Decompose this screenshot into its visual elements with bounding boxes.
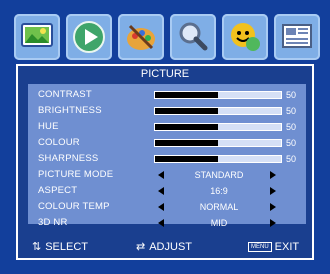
left-arrow-icon[interactable]: [158, 219, 164, 227]
magnifier-icon[interactable]: [170, 14, 216, 60]
sharpness-slider-fill: [155, 156, 218, 162]
brightness-value: 50: [286, 106, 297, 116]
aspect-row[interactable]: ASPECT 16:9: [28, 184, 306, 198]
sharpness-value: 50: [286, 154, 297, 164]
colour-slider[interactable]: [154, 139, 282, 147]
picture-mode-value: STANDARD: [194, 170, 244, 180]
3d-nr-value: MID: [210, 218, 228, 228]
contrast-label: CONTRAST: [38, 89, 92, 100]
picture-icon[interactable]: [14, 14, 60, 60]
hue-value: 50: [286, 122, 297, 132]
picture-menu-panel: PICTURE CONTRAST 50 BRIGHTNESS 50 HUE 50…: [16, 64, 314, 260]
leftright-arrows-icon: ⇄: [136, 241, 146, 253]
right-arrow-icon[interactable]: [270, 171, 276, 179]
brightness-label: BRIGHTNESS: [38, 105, 102, 116]
menu-key-icon: MENU: [248, 242, 272, 253]
contrast-row[interactable]: CONTRAST 50: [28, 88, 306, 102]
select-hint-label: SELECT: [45, 241, 89, 253]
adjust-hint: ⇄ ADJUST: [136, 236, 192, 258]
colour-temp-label: COLOUR TEMP: [38, 201, 110, 212]
hint-bar: ⇅ SELECT ⇄ ADJUST MENU EXIT: [18, 236, 312, 258]
brightness-slider-fill: [155, 108, 218, 114]
sharpness-label: SHARPNESS: [38, 153, 99, 164]
select-hint: ⇅ SELECT: [32, 236, 88, 258]
contrast-slider-fill: [155, 92, 218, 98]
menu-icon-bar: [14, 14, 320, 68]
aspect-label: ASPECT: [38, 185, 78, 196]
smiley-icon[interactable]: [222, 14, 268, 60]
picture-mode-label: PICTURE MODE: [38, 169, 114, 180]
left-arrow-icon[interactable]: [158, 187, 164, 195]
aspect-value: 16:9: [210, 186, 228, 196]
exit-hint-label: EXIT: [274, 241, 300, 253]
play-icon[interactable]: [66, 14, 112, 60]
menu-title: PICTURE: [140, 68, 190, 80]
hue-slider-fill: [155, 124, 218, 130]
colour-slider-fill: [155, 140, 218, 146]
colour-temp-value: NORMAL: [199, 202, 239, 212]
right-arrow-icon[interactable]: [270, 219, 276, 227]
sharpness-row[interactable]: SHARPNESS 50: [28, 152, 306, 166]
colour-row[interactable]: COLOUR 50: [28, 136, 306, 150]
hue-label: HUE: [38, 121, 59, 132]
palette-icon[interactable]: [118, 14, 164, 60]
menu-items: CONTRAST 50 BRIGHTNESS 50 HUE 50 COLOUR …: [28, 84, 306, 228]
picture-mode-row[interactable]: PICTURE MODE STANDARD: [28, 168, 306, 182]
hue-slider[interactable]: [154, 123, 282, 131]
right-arrow-icon[interactable]: [270, 203, 276, 211]
colour-temp-row[interactable]: COLOUR TEMP NORMAL: [28, 200, 306, 214]
sharpness-slider[interactable]: [154, 155, 282, 163]
3d-nr-row[interactable]: 3D NR MID: [28, 216, 306, 230]
contrast-value: 50: [286, 90, 297, 100]
left-arrow-icon[interactable]: [158, 171, 164, 179]
colour-value: 50: [286, 138, 297, 148]
updown-arrows-icon: ⇅: [32, 241, 42, 253]
left-arrow-icon[interactable]: [158, 203, 164, 211]
osd-frame: PICTURE CONTRAST 50 BRIGHTNESS 50 HUE 50…: [0, 0, 330, 274]
adjust-hint-label: ADJUST: [149, 241, 192, 253]
settings-icon[interactable]: [274, 14, 320, 60]
contrast-slider[interactable]: [154, 91, 282, 99]
brightness-row[interactable]: BRIGHTNESS 50: [28, 104, 306, 118]
right-arrow-icon[interactable]: [270, 187, 276, 195]
colour-label: COLOUR: [38, 137, 80, 148]
3d-nr-label: 3D NR: [38, 217, 68, 228]
exit-hint[interactable]: MENU EXIT: [248, 236, 299, 258]
hue-row[interactable]: HUE 50: [28, 120, 306, 134]
brightness-slider[interactable]: [154, 107, 282, 115]
